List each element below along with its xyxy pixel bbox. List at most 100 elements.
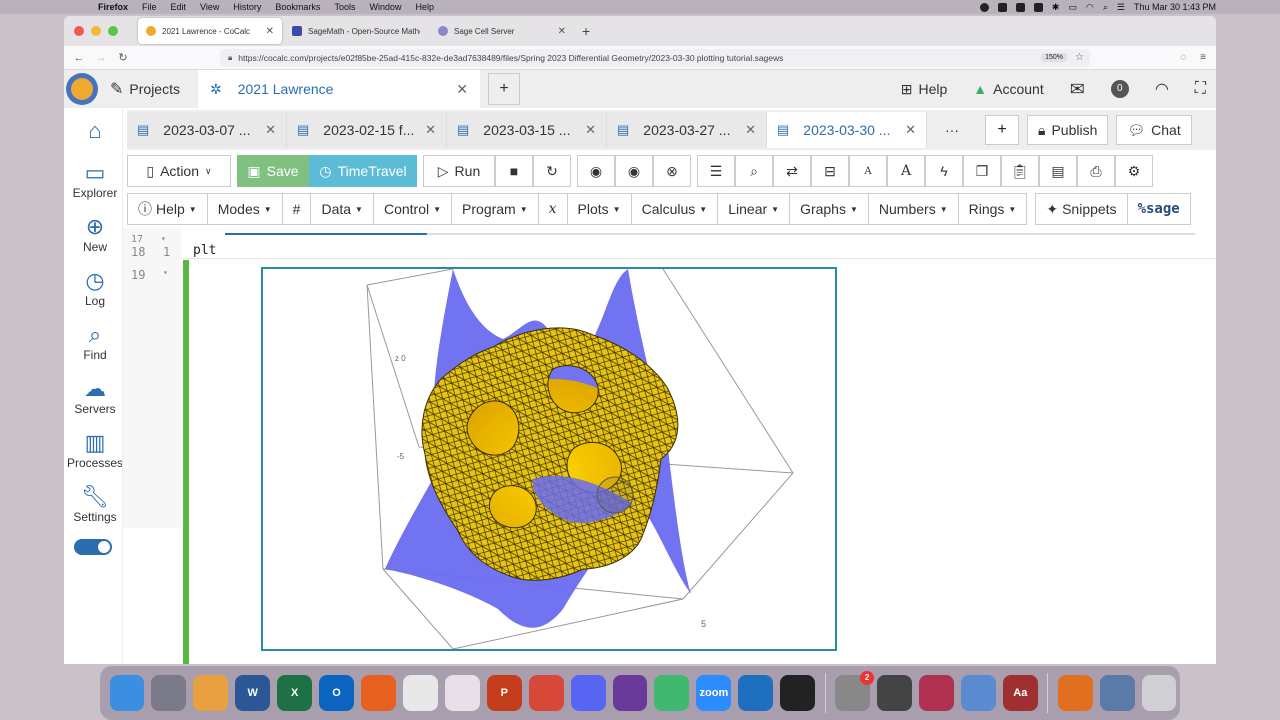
menu-data[interactable]: Data ▼: [311, 193, 374, 225]
dock-potion-icon[interactable]: [1057, 675, 1093, 711]
replace-button[interactable]: ⇄: [773, 155, 811, 187]
chat-button[interactable]: 💬︎ Chat: [1116, 115, 1192, 145]
lock-icon[interactable]: 🔒︎: [228, 53, 232, 63]
menu-modes[interactable]: Modes ▼: [207, 193, 283, 225]
pdf-button[interactable]: ▤: [1039, 155, 1077, 187]
clear-output-button[interactable]: ⊗: [653, 155, 691, 187]
dock-launchpad-icon[interactable]: [151, 675, 187, 711]
close-file-icon[interactable]: ✕: [585, 122, 596, 138]
publish-button[interactable]: 🔒︎ Publish: [1027, 115, 1109, 145]
menu-view[interactable]: View: [200, 2, 219, 12]
fold-marker[interactable]: ▾: [163, 268, 168, 277]
menu-calculus[interactable]: Calculus ▼: [631, 193, 719, 225]
menu-program[interactable]: Program ▼: [452, 193, 539, 225]
outline-button[interactable]: ☰: [697, 155, 735, 187]
close-file-icon[interactable]: ✕: [905, 122, 916, 138]
code-input[interactable]: plt: [193, 243, 216, 258]
dock-preview-icon[interactable]: [960, 675, 996, 711]
stop-button[interactable]: ■: [495, 155, 533, 187]
zoom-window-button[interactable]: [108, 26, 118, 36]
close-tab-icon[interactable]: ✕: [266, 26, 274, 37]
menu-edit[interactable]: Edit: [171, 2, 187, 12]
font-larger-button[interactable]: A: [887, 155, 925, 187]
sidebar-item-home[interactable]: ⌂: [64, 118, 126, 144]
search-button[interactable]: ⌕: [735, 155, 773, 187]
file-tab[interactable]: ▤ 2023-03-07 ... ✕: [127, 112, 287, 148]
new-project-tab-button[interactable]: +: [487, 73, 520, 105]
file-tab[interactable]: ▤ 2023-03-27 ... ✕: [607, 112, 767, 148]
status-icon[interactable]: [997, 2, 1007, 12]
mail-icon[interactable]: ✉: [1070, 79, 1085, 100]
new-file-tab-button[interactable]: +: [985, 115, 1019, 145]
dock-finder-icon[interactable]: [109, 675, 145, 711]
fullscreen-icon[interactable]: ⛶: [1195, 80, 1206, 98]
search-icon[interactable]: ⌕: [1103, 2, 1108, 13]
close-file-icon[interactable]: ✕: [745, 122, 756, 138]
dock-slack-icon[interactable]: [444, 675, 480, 711]
dock-zoom-icon[interactable]: zoom: [696, 675, 732, 711]
hide-output-button[interactable]: ◉: [615, 155, 653, 187]
restart-button[interactable]: ↻: [533, 155, 571, 187]
dock-trash-icon[interactable]: [1141, 675, 1177, 711]
minimize-window-button[interactable]: [91, 26, 101, 36]
sidebar-item-new[interactable]: ⊕ New: [64, 214, 126, 254]
menu-file[interactable]: File: [142, 2, 157, 12]
extensions-icon[interactable]: ≡: [1200, 52, 1206, 63]
sidebar-item-explorer[interactable]: ▭ Explorer: [64, 160, 126, 200]
timetravel-button[interactable]: ◷ TimeTravel: [309, 155, 417, 187]
close-window-button[interactable]: [74, 26, 84, 36]
dock-documents-icon[interactable]: [1099, 675, 1135, 711]
file-tab-active[interactable]: ▤ 2023-03-30 ... ✕: [767, 112, 927, 148]
new-tab-button[interactable]: +: [582, 23, 590, 39]
fold-marker[interactable]: ▾: [161, 234, 166, 243]
menu-numbers[interactable]: Numbers ▼: [868, 193, 959, 225]
sidebar-item-log[interactable]: ◷ Log: [64, 268, 126, 308]
url-text[interactable]: https://cocalc.com/projects/e02f85be-25a…: [238, 53, 1041, 63]
status-icon[interactable]: [1033, 2, 1043, 12]
record-icon[interactable]: [979, 2, 989, 12]
font-smaller-button[interactable]: A: [849, 155, 887, 187]
help-button[interactable]: ⊞ Help: [901, 81, 948, 98]
sidebar-item-find[interactable]: ⌕ Find: [64, 322, 126, 362]
more-tabs-button[interactable]: ···: [927, 122, 977, 138]
clock[interactable]: Thu Mar 30 1:43 PM: [1134, 2, 1216, 12]
project-tab[interactable]: ✲ 2021 Lawrence ✕: [197, 70, 480, 108]
menu-help[interactable]: Help: [415, 2, 434, 12]
bluetooth-icon[interactable]: ✱: [1052, 2, 1060, 13]
control-center-icon[interactable]: ☰: [1117, 2, 1125, 13]
format-button[interactable]: ϟ: [925, 155, 963, 187]
dock-system-preferences-icon[interactable]: 2: [835, 671, 875, 711]
hide-input-button[interactable]: ◉: [577, 155, 615, 187]
close-file-icon[interactable]: ✕: [265, 122, 276, 138]
action-dropdown[interactable]: ▯ Action ∨: [127, 155, 231, 187]
split-button[interactable]: ⊟: [811, 155, 849, 187]
close-project-icon[interactable]: ✕: [456, 81, 468, 98]
menu-graphs[interactable]: Graphs ▼: [790, 193, 869, 225]
3d-plot-svg[interactable]: z 0 -5 5: [263, 269, 835, 649]
dock-textedit-icon[interactable]: [402, 675, 438, 711]
dock-github-icon[interactable]: [612, 675, 648, 711]
menu-control[interactable]: Control ▼: [373, 193, 453, 225]
file-tab[interactable]: ▤ 2023-02-15 f... ✕: [287, 112, 447, 148]
dock-outlook-icon[interactable]: O: [319, 675, 355, 711]
dock-firefox-icon[interactable]: [361, 675, 396, 711]
status-icon[interactable]: [1015, 2, 1025, 12]
close-file-icon[interactable]: ✕: [425, 122, 436, 138]
reload-icon[interactable]: ↻: [112, 51, 134, 64]
zoom-level[interactable]: 150%: [1041, 53, 1068, 62]
dock-quicktime-icon[interactable]: [877, 675, 912, 711]
forward-icon[interactable]: →: [90, 52, 112, 64]
notification-count[interactable]: 0: [1110, 80, 1129, 98]
dock-app-misc-icon[interactable]: [918, 675, 954, 711]
dock-activity-icon[interactable]: [780, 675, 816, 711]
menu-rings[interactable]: Rings ▼: [958, 193, 1028, 225]
menu-help[interactable]: ⓘ Help ▼: [127, 193, 208, 225]
3d-plot-output[interactable]: z 0 -5 5: [261, 267, 837, 651]
dock-atom-icon[interactable]: [654, 675, 690, 711]
dock-powerpoint-icon[interactable]: P: [486, 675, 522, 711]
dock-word-icon[interactable]: W: [235, 675, 271, 711]
wifi-icon[interactable]: ◠: [1086, 2, 1094, 13]
battery-icon[interactable]: ▭: [1068, 2, 1077, 13]
dock-photos-icon[interactable]: [193, 675, 229, 711]
settings-button[interactable]: ⚙: [1115, 155, 1153, 187]
